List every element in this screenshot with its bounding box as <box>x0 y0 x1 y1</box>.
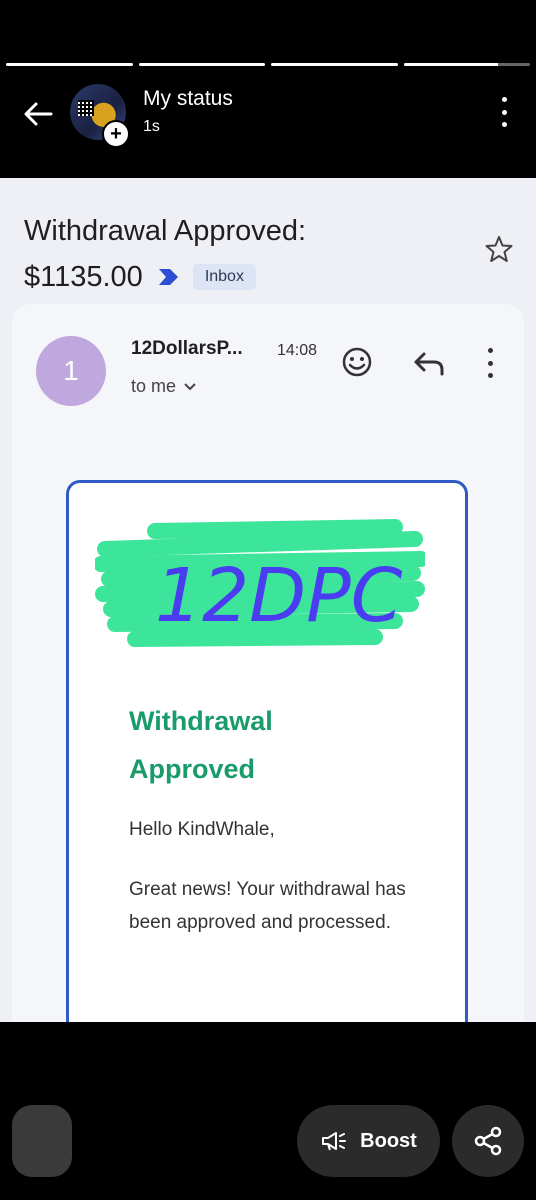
progress-segment <box>403 63 530 66</box>
add-icon[interactable]: + <box>102 120 130 148</box>
email-body: Great news! Your withdrawal has been app… <box>129 879 406 933</box>
subject-line: Withdrawal Approved: <box>24 215 307 247</box>
progress-segment <box>6 63 133 66</box>
share-icon <box>474 1126 502 1156</box>
back-arrow-icon <box>24 102 53 126</box>
inbox-label: Inbox <box>192 264 256 290</box>
boost-label: Boost <box>360 1129 417 1152</box>
emoji-icon <box>342 347 372 377</box>
back-button[interactable] <box>18 94 58 134</box>
star-icon <box>485 236 513 262</box>
share-button[interactable] <box>452 1105 524 1177</box>
email-subject: Withdrawal Approved: $1135.00 Inbox <box>24 208 444 300</box>
email-heading: Withdrawal Approved <box>129 706 273 784</box>
progress-segment <box>271 63 398 66</box>
email-time: 14:08 <box>277 342 318 359</box>
progress-segment <box>138 63 265 66</box>
status-time: 1s <box>143 118 160 135</box>
dropdown-caret-icon <box>184 382 196 390</box>
label-chevron-icon <box>158 269 178 285</box>
progress-fill <box>271 63 398 66</box>
status-progress <box>6 63 530 66</box>
logo-scribble: 12DPC <box>95 519 425 647</box>
subject-amount: $1135.00 <box>24 261 143 293</box>
email-greeting: Hello KindWhale, <box>129 819 275 840</box>
progress-fill <box>403 63 499 66</box>
status-avatar[interactable]: + <box>70 84 130 148</box>
bottom-bar: Boost <box>0 1022 536 1200</box>
progress-fill <box>138 63 265 66</box>
recipient-label: to me <box>131 376 177 396</box>
status-title: My status <box>143 87 233 110</box>
logo-text: 12DPC <box>155 553 403 639</box>
email-card: 1 12DollarsP... 14:08 to me 12DPC Withdr… <box>12 304 524 1022</box>
more-vert-icon[interactable] <box>494 97 514 127</box>
boost-button[interactable]: Boost <box>297 1105 440 1177</box>
sender-name: 12DollarsP... <box>131 338 243 359</box>
reply-icon <box>414 352 444 376</box>
email-content: 12DPC Withdrawal Approved Hello KindWhal… <box>66 480 468 1022</box>
qr-code-image <box>78 100 94 116</box>
status-image: Withdrawal Approved: $1135.00 Inbox 1 12… <box>0 178 536 1022</box>
status-header: + My status 1s <box>0 78 536 158</box>
recipient: to me <box>131 376 196 397</box>
sender-avatar: 1 <box>36 336 106 406</box>
progress-fill <box>6 63 133 66</box>
more-vert-icon <box>485 348 495 378</box>
megaphone-icon <box>322 1132 347 1151</box>
reply-field[interactable] <box>12 1105 72 1177</box>
